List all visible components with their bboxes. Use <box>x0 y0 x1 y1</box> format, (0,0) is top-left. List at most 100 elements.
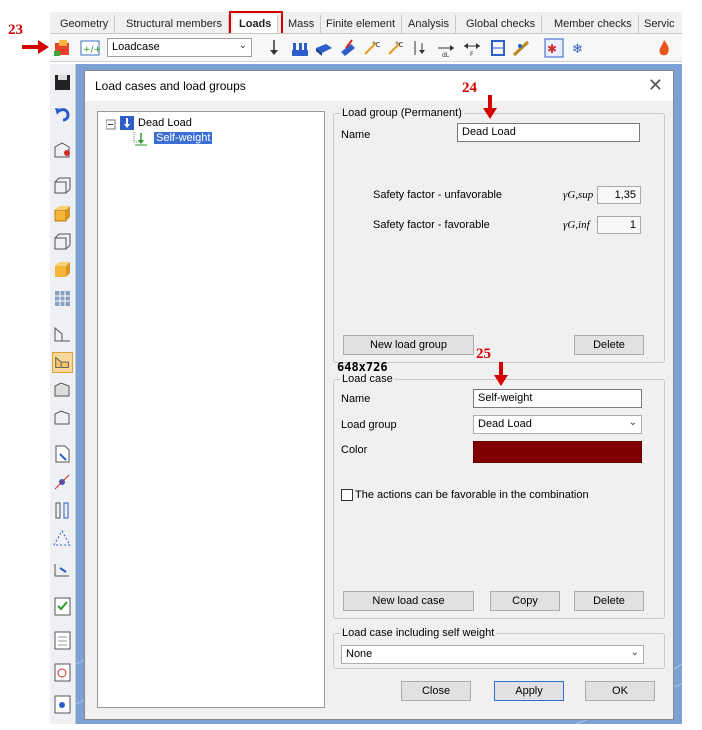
tab-global-checks[interactable]: Global checks <box>460 15 543 33</box>
close-icon[interactable]: ✕ <box>648 75 663 96</box>
delete-load-case-button[interactable]: Delete <box>574 591 644 611</box>
temperature-load-icon[interactable]: °C <box>362 38 382 58</box>
shell-icon[interactable] <box>52 380 73 401</box>
load-case-name-input[interactable]: Self-weight <box>473 389 642 408</box>
check-list-icon[interactable] <box>52 596 73 617</box>
loads-toolbar: +/+ Loadcase ⌄ °C °C dL F ✱ ❄ <box>50 34 682 62</box>
load-panel-icon[interactable] <box>338 38 358 58</box>
loadcase-combo-value: Loadcase <box>112 41 160 53</box>
annotation-25: 25 <box>476 346 491 362</box>
svg-text:dL: dL <box>442 52 450 58</box>
chevron-down-icon: ⌄ <box>628 417 637 428</box>
point-load-icon[interactable] <box>264 38 284 58</box>
load-group-icon <box>120 116 134 130</box>
wind-snow-icon[interactable]: ❄ <box>570 38 590 58</box>
snow-load-icon[interactable]: ✱ <box>544 38 564 58</box>
loadcase-combo[interactable]: Loadcase ⌄ <box>107 38 252 57</box>
annotation-arrow-25 <box>494 362 508 386</box>
safety-factor-favorable-input[interactable]: 1 <box>597 216 641 234</box>
load-group-panel: Load group (Permanent) <box>333 107 665 363</box>
grid-report-icon[interactable] <box>52 630 73 651</box>
svg-text:❄: ❄ <box>572 42 583 57</box>
plate-icon[interactable] <box>52 324 73 345</box>
force-icon[interactable]: F <box>462 38 482 58</box>
left-vertical-toolbar <box>50 64 76 724</box>
safety-factor-unfavorable-label: Safety factor - unfavorable <box>373 189 503 201</box>
line-moment-icon[interactable]: dL <box>436 38 456 58</box>
tree-node-self-weight-label: Self-weight <box>154 132 213 144</box>
tree-node-self-weight[interactable]: Self-weight <box>154 132 213 144</box>
box-rendered-icon[interactable] <box>52 260 73 281</box>
tab-analysis[interactable]: Analysis <box>402 15 456 33</box>
safety-factor-unfavorable-input[interactable]: 1,35 <box>597 186 641 204</box>
load-case-group-select[interactable]: Dead Load ⌄ <box>473 415 642 434</box>
node-icon[interactable] <box>52 472 73 493</box>
safety-factor-favorable-label: Safety factor - favorable <box>373 219 490 231</box>
svg-text:F: F <box>470 51 474 58</box>
tab-member-checks[interactable]: Member checks <box>548 15 639 33</box>
tab-finite-element[interactable]: Finite element <box>320 15 403 33</box>
plate-selected-icon[interactable] <box>52 352 73 373</box>
load-case-color-label: Color <box>341 444 368 456</box>
mesh-icon[interactable] <box>52 288 73 309</box>
moving-load-icon[interactable] <box>512 38 532 58</box>
svg-text:+/+: +/+ <box>83 45 100 55</box>
tab-geometry[interactable]: Geometry <box>54 15 116 33</box>
load-cases-dialog: Load cases and load groups ✕ Dead Load S… <box>84 70 674 720</box>
save-icon[interactable] <box>52 72 73 93</box>
load-group-legend: Load group (Permanent) <box>342 107 462 119</box>
solid-icon[interactable] <box>52 408 73 429</box>
annotation-arrow-24 <box>483 95 497 119</box>
load-case-group-label: Load group <box>341 419 397 431</box>
load-case-color-swatch[interactable] <box>473 441 642 463</box>
triangle-nodes-icon[interactable] <box>52 528 73 549</box>
load-case-name-label: Name <box>341 393 371 405</box>
favorable-checkbox[interactable] <box>341 489 353 501</box>
tree-node-dead-load[interactable]: Dead Load <box>138 117 192 129</box>
tab-mass[interactable]: Mass <box>282 15 322 33</box>
fire-icon[interactable] <box>654 38 674 58</box>
clock-report-icon[interactable] <box>52 662 73 683</box>
chevron-down-icon: ⌄ <box>238 40 247 51</box>
gamma-g-sup-symbol: γG,sup <box>563 189 594 201</box>
box-hidden-icon[interactable] <box>52 232 73 253</box>
annotation-24: 24 <box>462 80 477 96</box>
new-load-case-button[interactable]: New load case <box>343 591 474 611</box>
box-wireframe-icon[interactable] <box>52 176 73 197</box>
undo-icon[interactable] <box>52 104 73 125</box>
support-displacement-icon[interactable] <box>410 38 430 58</box>
svg-text:°C: °C <box>395 41 404 49</box>
gamma-g-inf-symbol: γG,inf <box>563 219 590 231</box>
tab-structural-members[interactable]: Structural members <box>120 15 229 33</box>
line-load-icon[interactable] <box>290 38 310 58</box>
self-weight-value: None <box>346 648 373 660</box>
ok-button[interactable]: OK <box>585 681 655 701</box>
annotation-23: 23 <box>8 22 23 38</box>
new-load-group-button[interactable]: New load group <box>343 335 474 355</box>
load-combination-icon[interactable]: +/+ <box>80 38 100 58</box>
close-button[interactable]: Close <box>401 681 471 701</box>
tab-serviceability[interactable]: Servic <box>638 15 681 33</box>
member-load-icon[interactable] <box>488 38 508 58</box>
temperature-difference-icon[interactable]: °C <box>386 38 406 58</box>
move-node-icon[interactable] <box>52 560 73 581</box>
loads-tab-highlight <box>229 11 283 33</box>
settings-report-icon[interactable] <box>52 694 73 715</box>
load-cases-icon[interactable] <box>52 38 72 58</box>
columns-icon[interactable] <box>52 500 73 521</box>
apply-button[interactable]: Apply <box>494 681 564 701</box>
delete-load-group-button[interactable]: Delete <box>574 335 644 355</box>
structure-icon[interactable] <box>52 140 73 161</box>
copy-load-case-button[interactable]: Copy <box>490 591 560 611</box>
load-tree: Dead Load Self-weight <box>97 111 325 708</box>
svg-text:°C: °C <box>372 41 381 49</box>
load-case-icon <box>135 133 147 146</box>
self-weight-select[interactable]: None ⌄ <box>341 645 644 664</box>
annotation-arrow-23 <box>22 40 49 54</box>
ribbon-tabbar: Geometry Structural members Loads Mass F… <box>50 12 682 34</box>
box-solid-icon[interactable] <box>52 204 73 225</box>
surface-load-icon[interactable] <box>314 38 334 58</box>
load-group-name-input[interactable]: Dead Load <box>457 123 640 142</box>
self-weight-legend: Load case including self weight <box>342 627 495 639</box>
page-arrow-icon[interactable] <box>52 444 73 465</box>
